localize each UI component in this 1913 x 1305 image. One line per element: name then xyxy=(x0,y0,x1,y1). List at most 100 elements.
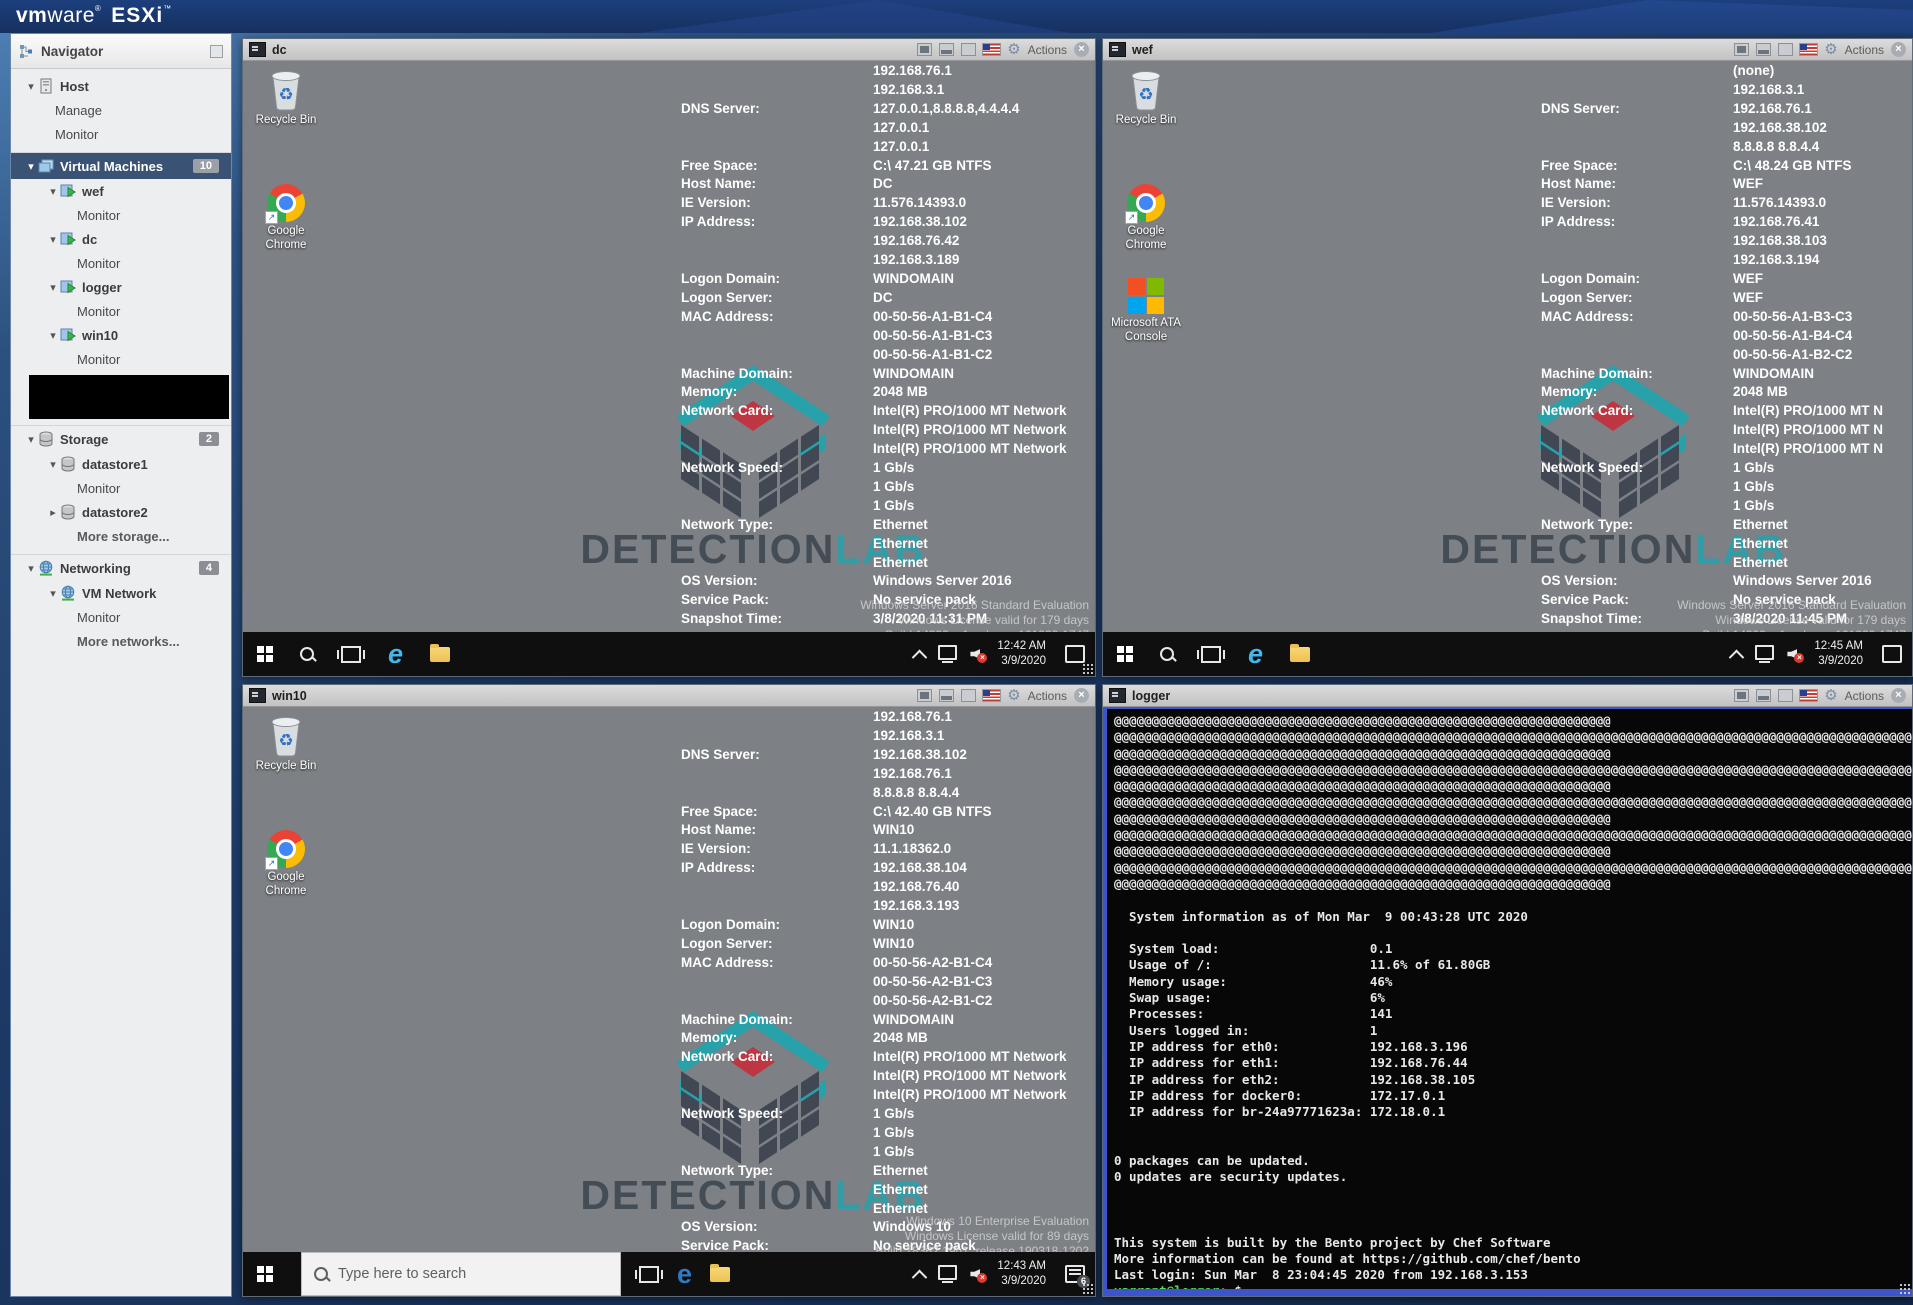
start-button[interactable] xyxy=(1117,646,1133,662)
sidebar-item-win10[interactable]: ▾win10 xyxy=(11,323,231,347)
close-icon[interactable] xyxy=(1891,42,1906,57)
sidebar-item-manage[interactable]: Manage xyxy=(11,98,231,122)
window-titlebar[interactable]: dc Actions xyxy=(243,39,1095,61)
task-view-icon[interactable] xyxy=(1201,646,1221,663)
taskbar-clock[interactable]: 12:42 AM3/9/2020 xyxy=(997,639,1046,669)
start-button[interactable] xyxy=(257,1266,273,1282)
console-popout-icon[interactable] xyxy=(1756,43,1771,56)
collapse-panel-icon[interactable] xyxy=(210,45,223,58)
file-explorer-icon[interactable] xyxy=(430,647,450,662)
task-view-icon[interactable] xyxy=(341,646,361,663)
taskbar-clock[interactable]: 12:43 AM3/9/2020 xyxy=(997,1259,1046,1289)
sidebar-item-logger[interactable]: ▾logger xyxy=(11,275,231,299)
sidebar-item-networking[interactable]: ▾Networking4 xyxy=(11,554,231,581)
file-explorer-icon[interactable] xyxy=(710,1267,730,1282)
search-icon[interactable] xyxy=(300,647,314,661)
console-popout-icon[interactable] xyxy=(1756,689,1771,702)
chrome-icon[interactable]: GoogleChrome xyxy=(1109,184,1183,253)
tree-chevron-right-icon[interactable]: ▸ xyxy=(47,506,59,519)
chrome-icon[interactable]: GoogleChrome xyxy=(249,184,323,253)
action-center-icon[interactable] xyxy=(1065,645,1085,663)
keyboard-layout-flag-icon[interactable] xyxy=(1800,44,1817,55)
sidebar-item-more-storage[interactable]: More storage... xyxy=(11,524,231,548)
actions-button[interactable]: Actions xyxy=(1845,689,1884,703)
tray-chevron-icon[interactable] xyxy=(912,1269,928,1285)
resize-grip[interactable] xyxy=(1082,663,1093,674)
tree-chevron-down-icon[interactable]: ▾ xyxy=(25,433,37,446)
tree-chevron-down-icon[interactable]: ▾ xyxy=(47,233,59,246)
settings-gear-icon[interactable] xyxy=(1007,42,1020,57)
edge-icon[interactable]: e xyxy=(677,1261,692,1288)
tree-chevron-down-icon[interactable]: ▾ xyxy=(47,329,59,342)
tree-chevron-down-icon[interactable]: ▾ xyxy=(47,185,59,198)
volume-muted-icon[interactable] xyxy=(970,1268,984,1280)
console-screen-icon[interactable] xyxy=(917,689,932,702)
tree-chevron-down-icon[interactable]: ▾ xyxy=(47,281,59,294)
sidebar-item-monitor[interactable]: Monitor xyxy=(11,299,231,323)
sidebar-item-vm-network[interactable]: ▾VM Network xyxy=(11,581,231,605)
sidebar-item-monitor[interactable]: Monitor xyxy=(11,605,231,629)
start-button[interactable] xyxy=(257,646,273,662)
keyboard-layout-flag-icon[interactable] xyxy=(983,690,1000,701)
file-explorer-icon[interactable] xyxy=(1290,647,1310,662)
microsoft-ata-console-icon[interactable]: Microsoft ATAConsole xyxy=(1109,278,1183,345)
task-view-icon[interactable] xyxy=(639,1266,659,1283)
close-icon[interactable] xyxy=(1074,688,1089,703)
sidebar-item-virtual-machines[interactable]: ▾Virtual Machines10 xyxy=(11,152,231,179)
keyboard-layout-flag-icon[interactable] xyxy=(1800,690,1817,701)
vm-console-screen-win10[interactable]: DETECTIONLAB ♻ Recycle Bin GoogleChrome … xyxy=(243,707,1095,1296)
tree-chevron-down-icon[interactable]: ▾ xyxy=(25,80,37,93)
actions-button[interactable]: Actions xyxy=(1028,43,1067,57)
vm-console-screen-wef[interactable]: DETECTIONLAB ♻ Recycle Bin GoogleChrome … xyxy=(1103,61,1912,676)
sidebar-item-datastore2[interactable]: ▸datastore2 xyxy=(11,500,231,524)
tree-chevron-down-icon[interactable]: ▾ xyxy=(47,587,59,600)
action-center-icon[interactable] xyxy=(1882,645,1902,663)
actions-button[interactable]: Actions xyxy=(1845,43,1884,57)
resize-grip[interactable] xyxy=(1899,1283,1910,1294)
console-fullscreen-icon[interactable] xyxy=(961,43,976,56)
taskbar-clock[interactable]: 12:45 AM3/9/2020 xyxy=(1814,639,1863,669)
network-tray-icon[interactable] xyxy=(938,1265,957,1280)
window-titlebar[interactable]: win10 Actions xyxy=(243,685,1095,707)
keyboard-layout-flag-icon[interactable] xyxy=(983,44,1000,55)
sidebar-item-monitor[interactable]: Monitor xyxy=(11,122,231,146)
sidebar-item-datastore1[interactable]: ▾datastore1 xyxy=(11,452,231,476)
window-titlebar[interactable]: logger Actions xyxy=(1103,685,1912,707)
volume-muted-icon[interactable] xyxy=(970,648,984,660)
resize-grip[interactable] xyxy=(1082,1283,1093,1294)
close-icon[interactable] xyxy=(1891,688,1906,703)
sidebar-item-storage[interactable]: ▾Storage2 xyxy=(11,425,231,452)
network-tray-icon[interactable] xyxy=(1755,645,1774,660)
internet-explorer-icon[interactable]: e xyxy=(388,641,403,668)
tray-chevron-icon[interactable] xyxy=(1729,649,1745,665)
tray-chevron-icon[interactable] xyxy=(912,649,928,665)
window-titlebar[interactable]: wef Actions xyxy=(1103,39,1912,61)
sidebar-item-monitor[interactable]: Monitor xyxy=(11,476,231,500)
actions-button[interactable]: Actions xyxy=(1028,689,1067,703)
settings-gear-icon[interactable] xyxy=(1007,688,1020,703)
recycle-bin-icon[interactable]: ♻ Recycle Bin xyxy=(249,713,323,774)
sidebar-item-more-networks[interactable]: More networks... xyxy=(11,629,231,653)
recycle-bin-icon[interactable]: ♻ Recycle Bin xyxy=(1109,67,1183,128)
sidebar-item-host[interactable]: ▾Host xyxy=(11,74,231,98)
search-icon[interactable] xyxy=(1160,647,1174,661)
sidebar-item-monitor[interactable]: Monitor xyxy=(11,347,231,371)
recycle-bin-icon[interactable]: ♻ Recycle Bin xyxy=(249,67,323,128)
volume-muted-icon[interactable] xyxy=(1787,648,1801,660)
tree-chevron-down-icon[interactable]: ▾ xyxy=(25,562,37,575)
close-icon[interactable] xyxy=(1074,42,1089,57)
console-screen-icon[interactable] xyxy=(1734,689,1749,702)
console-popout-icon[interactable] xyxy=(939,689,954,702)
sidebar-item-wef[interactable]: ▾wef xyxy=(11,179,231,203)
network-tray-icon[interactable] xyxy=(938,645,957,660)
console-fullscreen-icon[interactable] xyxy=(961,689,976,702)
tree-chevron-down-icon[interactable]: ▾ xyxy=(47,458,59,471)
settings-gear-icon[interactable] xyxy=(1824,688,1837,703)
internet-explorer-icon[interactable]: e xyxy=(1248,641,1263,668)
tree-chevron-down-icon[interactable]: ▾ xyxy=(25,160,37,173)
settings-gear-icon[interactable] xyxy=(1824,42,1837,57)
console-fullscreen-icon[interactable] xyxy=(1778,43,1793,56)
chrome-icon[interactable]: GoogleChrome xyxy=(249,830,323,899)
search-input[interactable]: Type here to search xyxy=(301,1252,621,1296)
action-center-icon[interactable]: 6 xyxy=(1065,1265,1085,1283)
